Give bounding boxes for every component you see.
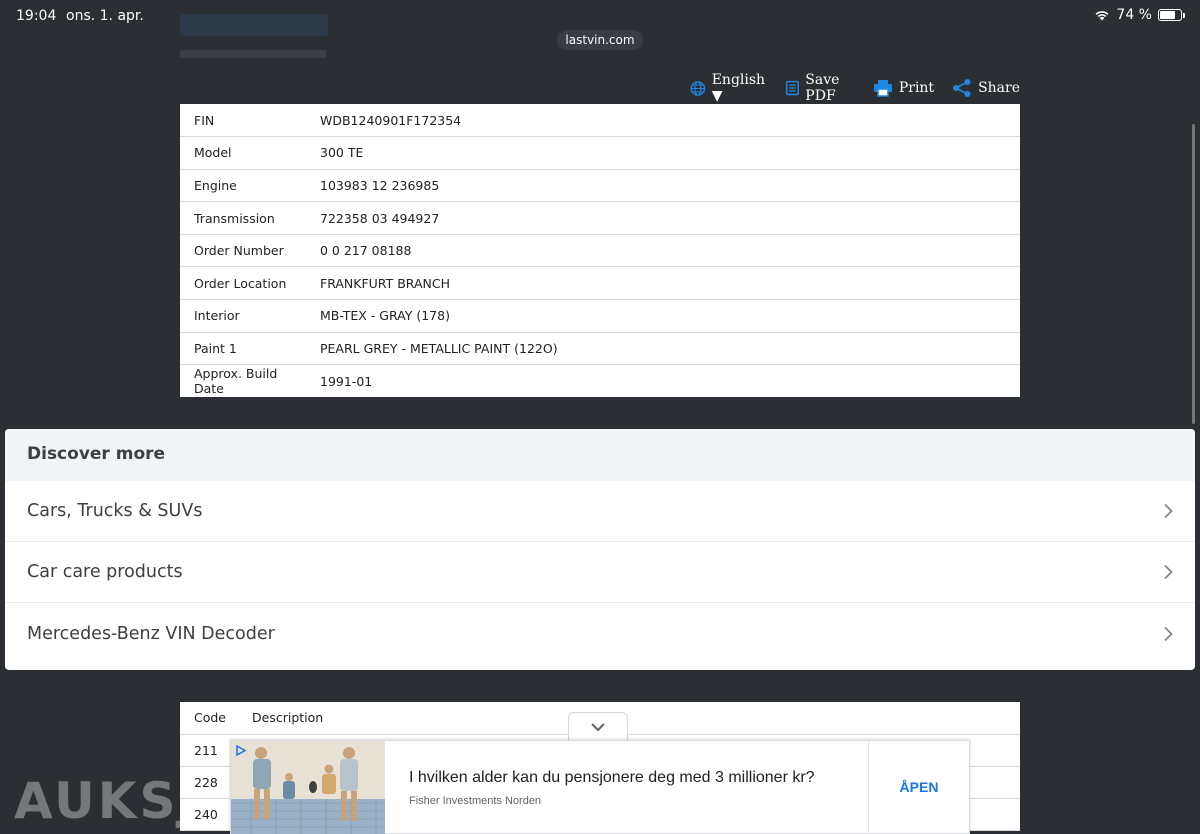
url-pill[interactable]: lastvin.com [557,30,643,50]
field-value: PEARL GREY - METALLIC PAINT (122O) [320,340,558,356]
ad-headline[interactable]: I hvilken alder kan du pensjonere deg me… [409,769,868,787]
table-row: FIN WDB1240901F172354 [180,104,1020,137]
chevron-right-icon [1164,626,1173,641]
field-value: 722358 03 494927 [320,210,440,226]
share-label: Share [978,80,1020,96]
discover-item-car-care[interactable]: Car care products [5,542,1195,603]
table-row: Engine 103983 12 236985 [180,169,1020,202]
ad-body[interactable]: I hvilken alder kan du pensjonere deg me… [385,741,869,833]
pickleball-illustration [231,741,385,834]
field-value: WDB1240901F172354 [320,112,462,128]
field-value: 0 0 217 08188 [320,243,412,259]
chevron-right-icon [1164,564,1173,580]
ad-banner[interactable]: I hvilken alder kan du pensjonere deg me… [230,740,970,834]
field-value: FRANKFURT BRANCH [320,275,450,291]
ad-choices-icon[interactable] [234,744,247,757]
save-pdf-button[interactable]: Save PDF [786,72,854,104]
field-label: Approx. Build Date [194,366,278,397]
status-right: 74 % [1094,7,1185,23]
battery-percent: 74 % [1116,7,1152,23]
field-label: Model [194,145,232,161]
field-label: Interior [194,308,240,324]
table-row: Order Location FRANKFURT BRANCH [180,267,1020,300]
status-time: 19:04 [16,8,57,24]
discover-item-label: Car care products [27,562,183,582]
share-icon [953,79,971,97]
table-row: Interior MB-TEX - GRAY (178) [180,300,1020,333]
watermark: AUKSJONEN [14,772,180,830]
field-value: 300 TE [320,145,364,161]
wifi-icon [1095,11,1109,21]
field-label: Order Location [194,275,287,291]
chevron-right-icon [1164,503,1173,519]
language-label: English ▼ [711,72,766,104]
language-selector[interactable]: English ▼ [690,72,768,104]
page-header-faded [180,14,328,36]
table-row: Order Number 0 0 217 08188 [180,234,1020,267]
chevron-down-icon [591,722,605,731]
table-row: Approx. Build Date 1991-01 [180,365,1020,398]
printer-icon [873,80,892,97]
scrollbar[interactable] [1192,124,1195,424]
save-pdf-label: Save PDF [805,72,840,104]
field-label: Engine [194,177,237,193]
collapse-ad-button[interactable] [568,712,628,740]
table-row: Model 300 TE [180,137,1020,170]
ad-open-button[interactable]: ÅPEN [869,741,969,833]
toolbar: English ▼ Save PDF Print Share [690,72,1020,104]
battery-icon [1158,9,1185,21]
table-row: Transmission 722358 03 494927 [180,202,1020,235]
field-label: Order Number [194,243,284,259]
discover-item-label: Mercedes-Benz VIN Decoder [27,623,275,644]
share-button[interactable]: Share [952,78,1020,98]
discover-item-vin-decoder[interactable]: Mercedes-Benz VIN Decoder [5,603,1195,664]
vehicle-info-table: FIN WDB1240901F172354 Model 300 TE Engine 1… [180,104,1020,398]
field-value: MB-TEX - GRAY (178) [320,308,450,324]
field-label: Transmission [194,210,275,226]
ad-advertiser: Fisher Investments Norden [409,795,542,807]
discover-item-label: Cars, Trucks & SUVs [27,501,203,521]
column-header-description: Description [238,702,1020,735]
field-label: Paint 1 [194,340,237,356]
battery-fill [1160,11,1175,19]
table-row: Paint 1 PEARL GREY - METALLIC PAINT (122O… [180,332,1020,365]
globe-icon [690,80,706,96]
print-label: Print [898,80,935,96]
status-date: ons. 1. apr. [66,8,144,24]
discover-title: Discover more [5,429,1195,481]
column-header-code: Code [180,702,238,735]
document-icon [786,80,800,96]
field-value: 1991-01 [320,373,373,389]
print-button[interactable]: Print [873,79,934,97]
discover-more-panel: Discover more Cars, Trucks & SUVs Car ca… [5,429,1195,670]
field-value: 103983 12 236985 [320,177,440,193]
ad-image[interactable] [231,741,385,834]
field-label: FIN [194,112,215,128]
page-subheader-faded [180,50,326,58]
discover-item-cars[interactable]: Cars, Trucks & SUVs [5,481,1195,542]
